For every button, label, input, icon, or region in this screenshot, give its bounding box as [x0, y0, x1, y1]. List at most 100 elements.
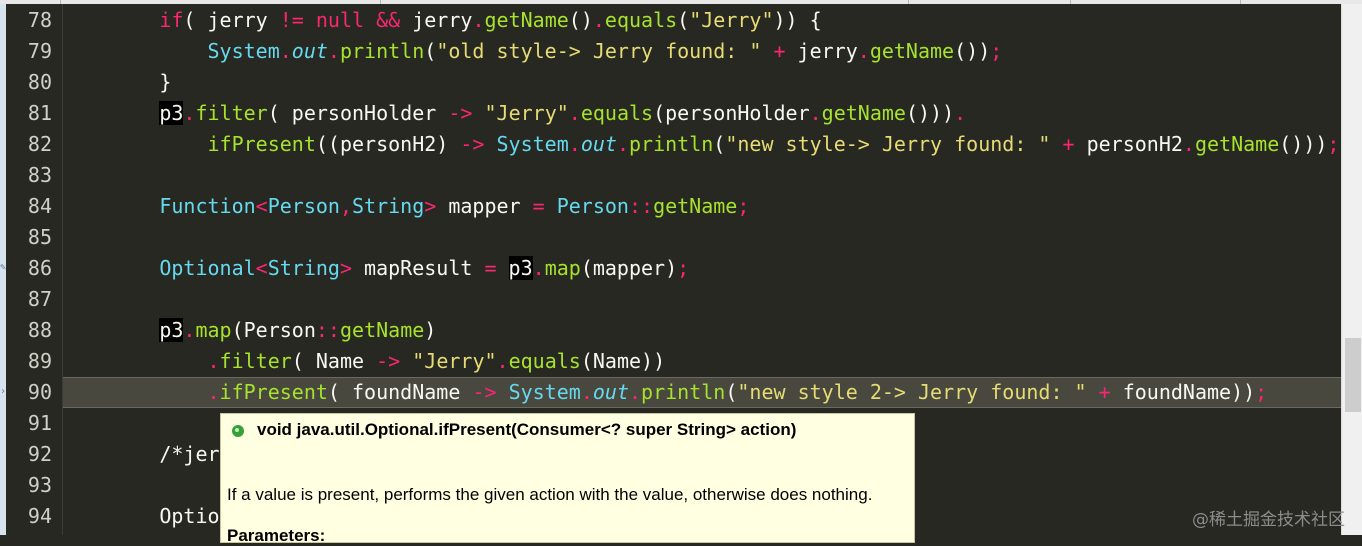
line-number[interactable]: 83: [28, 160, 52, 191]
line-number[interactable]: 89: [28, 346, 52, 377]
line-number[interactable]: 79: [28, 36, 52, 67]
code-token: println: [339, 39, 425, 63]
line-number[interactable]: 80: [28, 67, 52, 98]
code-token: ;: [677, 256, 690, 280]
public-method-icon: [232, 425, 244, 437]
code-token: foundName)): [1110, 380, 1256, 404]
code-token: ->: [448, 101, 473, 125]
code-token: filter: [219, 349, 292, 373]
code-token: .: [1182, 132, 1195, 156]
line-number[interactable]: 88: [28, 315, 52, 346]
code-token: ())): [1279, 132, 1328, 156]
code-token: >: [339, 256, 352, 280]
code-line[interactable]: if( jerry != null && jerry.getName().equ…: [63, 5, 821, 36]
line-number[interactable]: 78: [28, 5, 52, 36]
code-token: getName: [869, 39, 955, 63]
line-number[interactable]: 91: [28, 408, 52, 439]
code-token: System: [508, 380, 581, 404]
line-number[interactable]: 92: [28, 439, 52, 470]
line-number[interactable]: 90: [28, 377, 52, 408]
code-token: .: [207, 380, 220, 404]
code-token: }: [159, 70, 172, 94]
line-number[interactable]: 86: [28, 253, 52, 284]
code-token: ifPresent: [207, 132, 316, 156]
code-line[interactable]: System.out.println("old style-> Jerry fo…: [63, 36, 1003, 67]
code-line[interactable]: }: [63, 67, 171, 98]
line-number[interactable]: 85: [28, 222, 52, 253]
code-token: p3: [159, 101, 184, 125]
line-number[interactable]: 93: [28, 470, 52, 501]
code-token: equals: [508, 349, 581, 373]
code-token: getName: [484, 8, 569, 32]
method-description: If a value is present, performs the give…: [227, 485, 873, 504]
code-token: println: [641, 380, 726, 404]
code-line[interactable]: Function<Person,String> mapper = Person:…: [63, 191, 749, 222]
code-token: Function: [159, 194, 256, 218]
vertical-scrollbar[interactable]: [1341, 4, 1362, 535]
code-token: getName: [653, 194, 738, 218]
code-token: (: [677, 8, 690, 32]
code-token: .: [568, 101, 581, 125]
code-token: >: [424, 194, 437, 218]
code-line[interactable]: Optio: [63, 501, 220, 532]
code-token: (mapper): [580, 256, 678, 280]
line-number[interactable]: 81: [28, 98, 52, 129]
code-token: (Person: [231, 318, 316, 342]
code-line[interactable]: p3.map(Person::getName): [63, 315, 436, 346]
code-token: .: [580, 380, 593, 404]
code-token: equals: [580, 101, 654, 125]
code-line[interactable]: /*jer: [63, 439, 219, 470]
code-token: println: [628, 132, 714, 156]
code-token: "old style-> Jerry found: ": [436, 39, 762, 63]
code-token: Optio: [159, 504, 220, 528]
line-number[interactable]: 84: [28, 191, 52, 222]
code-line[interactable]: .filter( Name -> "Jerry".equals(Name)): [63, 346, 666, 377]
code-line[interactable]: .ifPresent( foundName -> System.out.prin…: [63, 377, 1268, 408]
code-token: ()): [954, 39, 991, 63]
code-token: p3: [508, 256, 533, 280]
line-number[interactable]: 82: [28, 129, 52, 160]
code-token: System: [207, 39, 280, 63]
code-token: .: [327, 39, 340, 63]
code-token: "new style-> Jerry found: ": [725, 132, 1051, 156]
code-token: ( Name: [291, 349, 377, 373]
line-number-gutter[interactable]: 78 79 80 81 82 83 84 85 86 87 88 89 90 91 92 93 94: [6, 4, 62, 535]
code-token: ())): [905, 101, 955, 125]
method-signature: void java.util.Optional.ifPresent(Consum…: [257, 420, 797, 439]
code-token: personH2: [1074, 132, 1183, 156]
line-number[interactable]: 87: [28, 284, 52, 315]
code-token: .: [568, 132, 581, 156]
code-token: filter: [195, 101, 268, 125]
parameters-heading: Parameters:: [227, 526, 326, 545]
code-token: )): [773, 8, 798, 32]
javadoc-hover-tooltip[interactable]: void java.util.Optional.ifPresent(Consum…: [220, 413, 915, 545]
code-token: .: [628, 380, 642, 404]
code-token: jerry: [400, 8, 473, 32]
line-number[interactable]: 94: [28, 501, 52, 532]
code-token: ->: [460, 132, 485, 156]
code-line[interactable]: Optional<String> mapResult = p3.map(mapp…: [63, 253, 689, 284]
code-token: .: [857, 39, 870, 63]
code-token: ->: [376, 349, 401, 373]
code-token: mapResult: [352, 256, 485, 280]
scrollbar-thumb[interactable]: [1345, 338, 1361, 412]
code-token: ,: [339, 194, 352, 218]
code-line[interactable]: p3.filter( personHolder -> "Jerry".equal…: [63, 98, 966, 129]
code-line[interactable]: ifPresent((personH2) -> System.out.print…: [63, 129, 1340, 160]
code-token: ( jerry: [183, 8, 280, 32]
code-token: ( personHolder: [267, 101, 449, 125]
code-token: =: [532, 194, 545, 218]
